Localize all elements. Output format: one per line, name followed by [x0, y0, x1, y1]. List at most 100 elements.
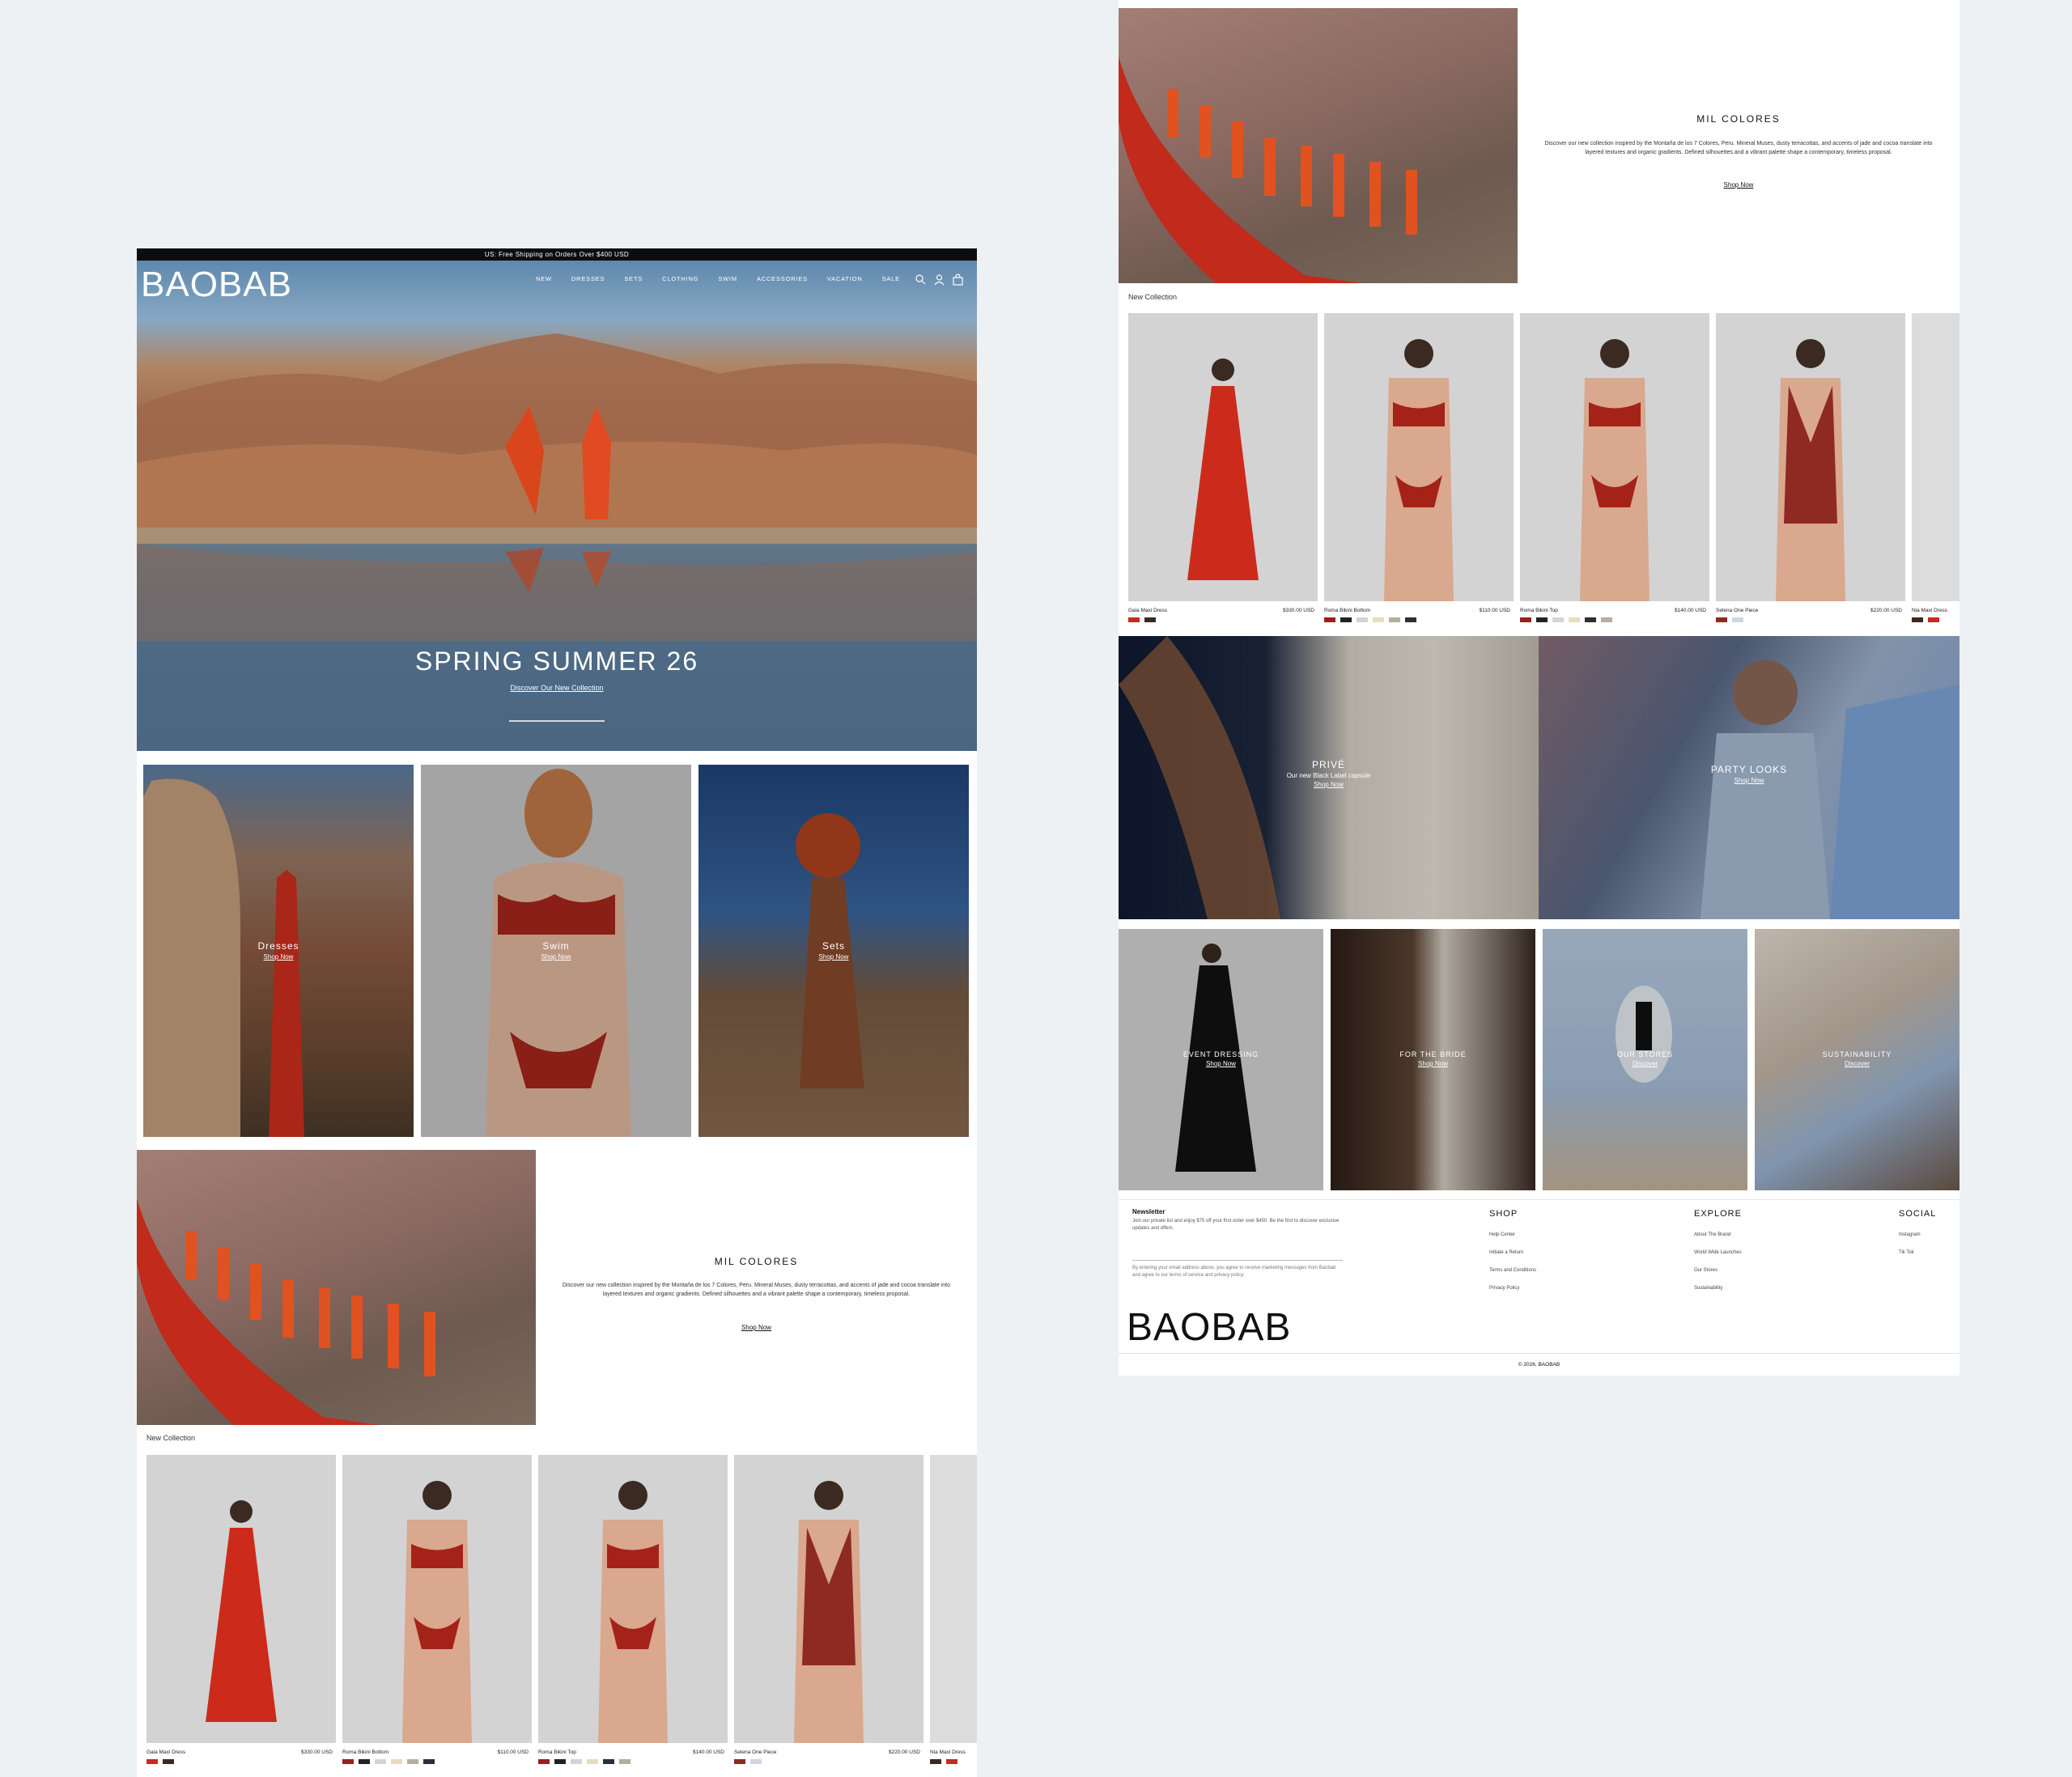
swatch[interactable]	[1389, 617, 1400, 622]
tile-link[interactable]: Shop Now	[1331, 1060, 1535, 1067]
product-name[interactable]: Nia Maxi Dress	[930, 1749, 966, 1755]
swatch[interactable]	[407, 1759, 418, 1764]
swatch[interactable]	[734, 1759, 745, 1764]
footer-link[interactable]: World Wide Launches	[1694, 1250, 1742, 1255]
swatch[interactable]	[163, 1759, 174, 1764]
swatch[interactable]	[375, 1759, 386, 1764]
swatch[interactable]	[1569, 617, 1580, 622]
product-name[interactable]: Roma Bikini Bottom	[1324, 608, 1370, 613]
product-image[interactable]	[538, 1455, 728, 1743]
footer-link[interactable]: Privacy Policy	[1489, 1286, 1519, 1291]
swatch[interactable]	[391, 1759, 402, 1764]
footer-logo[interactable]: BAOBAB	[1127, 1305, 1291, 1350]
swatch[interactable]	[1716, 617, 1727, 622]
category-tile-dresses[interactable]: Dresses Shop Now	[143, 765, 414, 1137]
swatch[interactable]	[1324, 617, 1335, 622]
swatch[interactable]	[1520, 617, 1531, 622]
product-name[interactable]: Roma Bikini Top	[538, 1749, 576, 1755]
swatch[interactable]	[1585, 617, 1596, 622]
hero-cta-link[interactable]: Discover Our New Collection	[137, 684, 977, 692]
nav-sets[interactable]: SETS	[624, 275, 643, 282]
swatch[interactable]	[1732, 617, 1743, 622]
tile-link[interactable]: Shop Now	[421, 953, 691, 961]
footer-link[interactable]: Initiate a Return	[1489, 1250, 1523, 1255]
product-image[interactable]	[1520, 313, 1709, 601]
search-icon[interactable]	[915, 274, 927, 286]
account-icon[interactable]	[933, 274, 945, 286]
footer-link[interactable]: About The Brand	[1694, 1232, 1730, 1237]
product-name[interactable]: Selena One Piece	[1716, 608, 1758, 613]
category-tile-sets[interactable]: Sets Shop Now	[698, 765, 969, 1137]
product-name[interactable]: Gaia Maxi Dress	[146, 1749, 185, 1755]
product-image[interactable]	[342, 1455, 532, 1743]
nav-new[interactable]: NEW	[536, 275, 552, 282]
swatch[interactable]	[750, 1759, 762, 1764]
product-image[interactable]	[1128, 313, 1318, 601]
product-name[interactable]: Roma Bikini Bottom	[342, 1749, 388, 1755]
tile-link[interactable]: Discover	[1755, 1060, 1959, 1067]
footer-link[interactable]: Help Center	[1489, 1232, 1515, 1237]
swatch[interactable]	[359, 1759, 370, 1764]
nav-swim[interactable]: SWIM	[718, 275, 737, 282]
product-image[interactable]	[1912, 313, 1959, 601]
swatch[interactable]	[619, 1759, 631, 1764]
footer-link[interactable]: Instagram	[1899, 1232, 1921, 1237]
swatch[interactable]	[1128, 617, 1140, 622]
banner-link[interactable]: Shop Now	[1539, 777, 1959, 784]
swatch[interactable]	[1552, 617, 1564, 622]
bag-icon[interactable]	[952, 274, 964, 286]
nav-clothing[interactable]: CLOTHING	[662, 275, 698, 282]
footer-link[interactable]: Terms and Conditions	[1489, 1268, 1536, 1273]
nav-vacation[interactable]: VACATION	[827, 275, 863, 282]
footer-link[interactable]: Our Stores	[1694, 1268, 1717, 1273]
product-name[interactable]: Nia Maxi Dress	[1912, 608, 1947, 613]
product-name[interactable]: Selena One Piece	[734, 1749, 776, 1755]
swatch[interactable]	[603, 1759, 614, 1764]
swatch[interactable]	[554, 1759, 566, 1764]
banner-link[interactable]: Shop Now	[1119, 781, 1539, 788]
swatch[interactable]	[1405, 617, 1416, 622]
swatch[interactable]	[1373, 617, 1384, 622]
story-tile-for-the-bride[interactable]: FOR THE BRIDE Shop Now	[1331, 929, 1535, 1190]
story-tile-sustainability[interactable]: SUSTAINABILITY Discover	[1755, 929, 1959, 1190]
footer-link[interactable]: Tik Tok	[1899, 1250, 1914, 1255]
nav-accessories[interactable]: ACCESSORIES	[757, 275, 808, 282]
tile-link[interactable]: Shop Now	[698, 953, 969, 961]
swatch[interactable]	[423, 1759, 435, 1764]
swatch[interactable]	[1340, 617, 1352, 622]
nav-dresses[interactable]: DRESSES	[571, 275, 605, 282]
swatch[interactable]	[342, 1759, 354, 1764]
tile-link[interactable]: Shop Now	[143, 953, 414, 961]
swatch[interactable]	[587, 1759, 598, 1764]
swatch[interactable]	[1601, 617, 1612, 622]
tile-link[interactable]: Shop Now	[1119, 1060, 1323, 1067]
swatch[interactable]	[538, 1759, 550, 1764]
mil-colores-shop-link[interactable]: Shop Now	[536, 1324, 977, 1331]
mil-colores-shop-link[interactable]: Shop Now	[1518, 181, 1959, 189]
tile-link[interactable]: Discover	[1543, 1060, 1747, 1067]
swatch[interactable]	[1928, 617, 1939, 622]
product-image[interactable]	[1324, 313, 1514, 601]
category-tile-swim[interactable]: Swim Shop Now	[421, 765, 691, 1137]
swatch[interactable]	[571, 1759, 582, 1764]
product-name[interactable]: Roma Bikini Top	[1520, 608, 1558, 613]
swatch[interactable]	[1536, 617, 1548, 622]
brand-logo[interactable]: BAOBAB	[141, 265, 292, 305]
nav-sale[interactable]: SALE	[882, 275, 900, 282]
swatch[interactable]	[1912, 617, 1923, 622]
swatch[interactable]	[930, 1759, 941, 1764]
swatch[interactable]	[1357, 617, 1368, 622]
product-name[interactable]: Gaia Maxi Dress	[1128, 608, 1167, 613]
swatch[interactable]	[946, 1759, 957, 1764]
banner-prive[interactable]: PRIVÉ Our new Black Label capsule Shop N…	[1119, 636, 1539, 919]
story-tile-event-dressing[interactable]: EVENT DRESSING Shop Now	[1119, 929, 1323, 1190]
story-tile-our-stores[interactable]: OUR STORES Discover	[1543, 929, 1747, 1190]
product-image[interactable]	[146, 1455, 336, 1743]
banner-party-looks[interactable]: PARTY LOOKS Shop Now	[1539, 636, 1959, 919]
product-image[interactable]	[734, 1455, 923, 1743]
swatch[interactable]	[146, 1759, 158, 1764]
swatch[interactable]	[1144, 617, 1156, 622]
product-image[interactable]	[930, 1455, 977, 1743]
product-image[interactable]	[1716, 313, 1905, 601]
newsletter-email-input[interactable]	[1132, 1260, 1343, 1261]
